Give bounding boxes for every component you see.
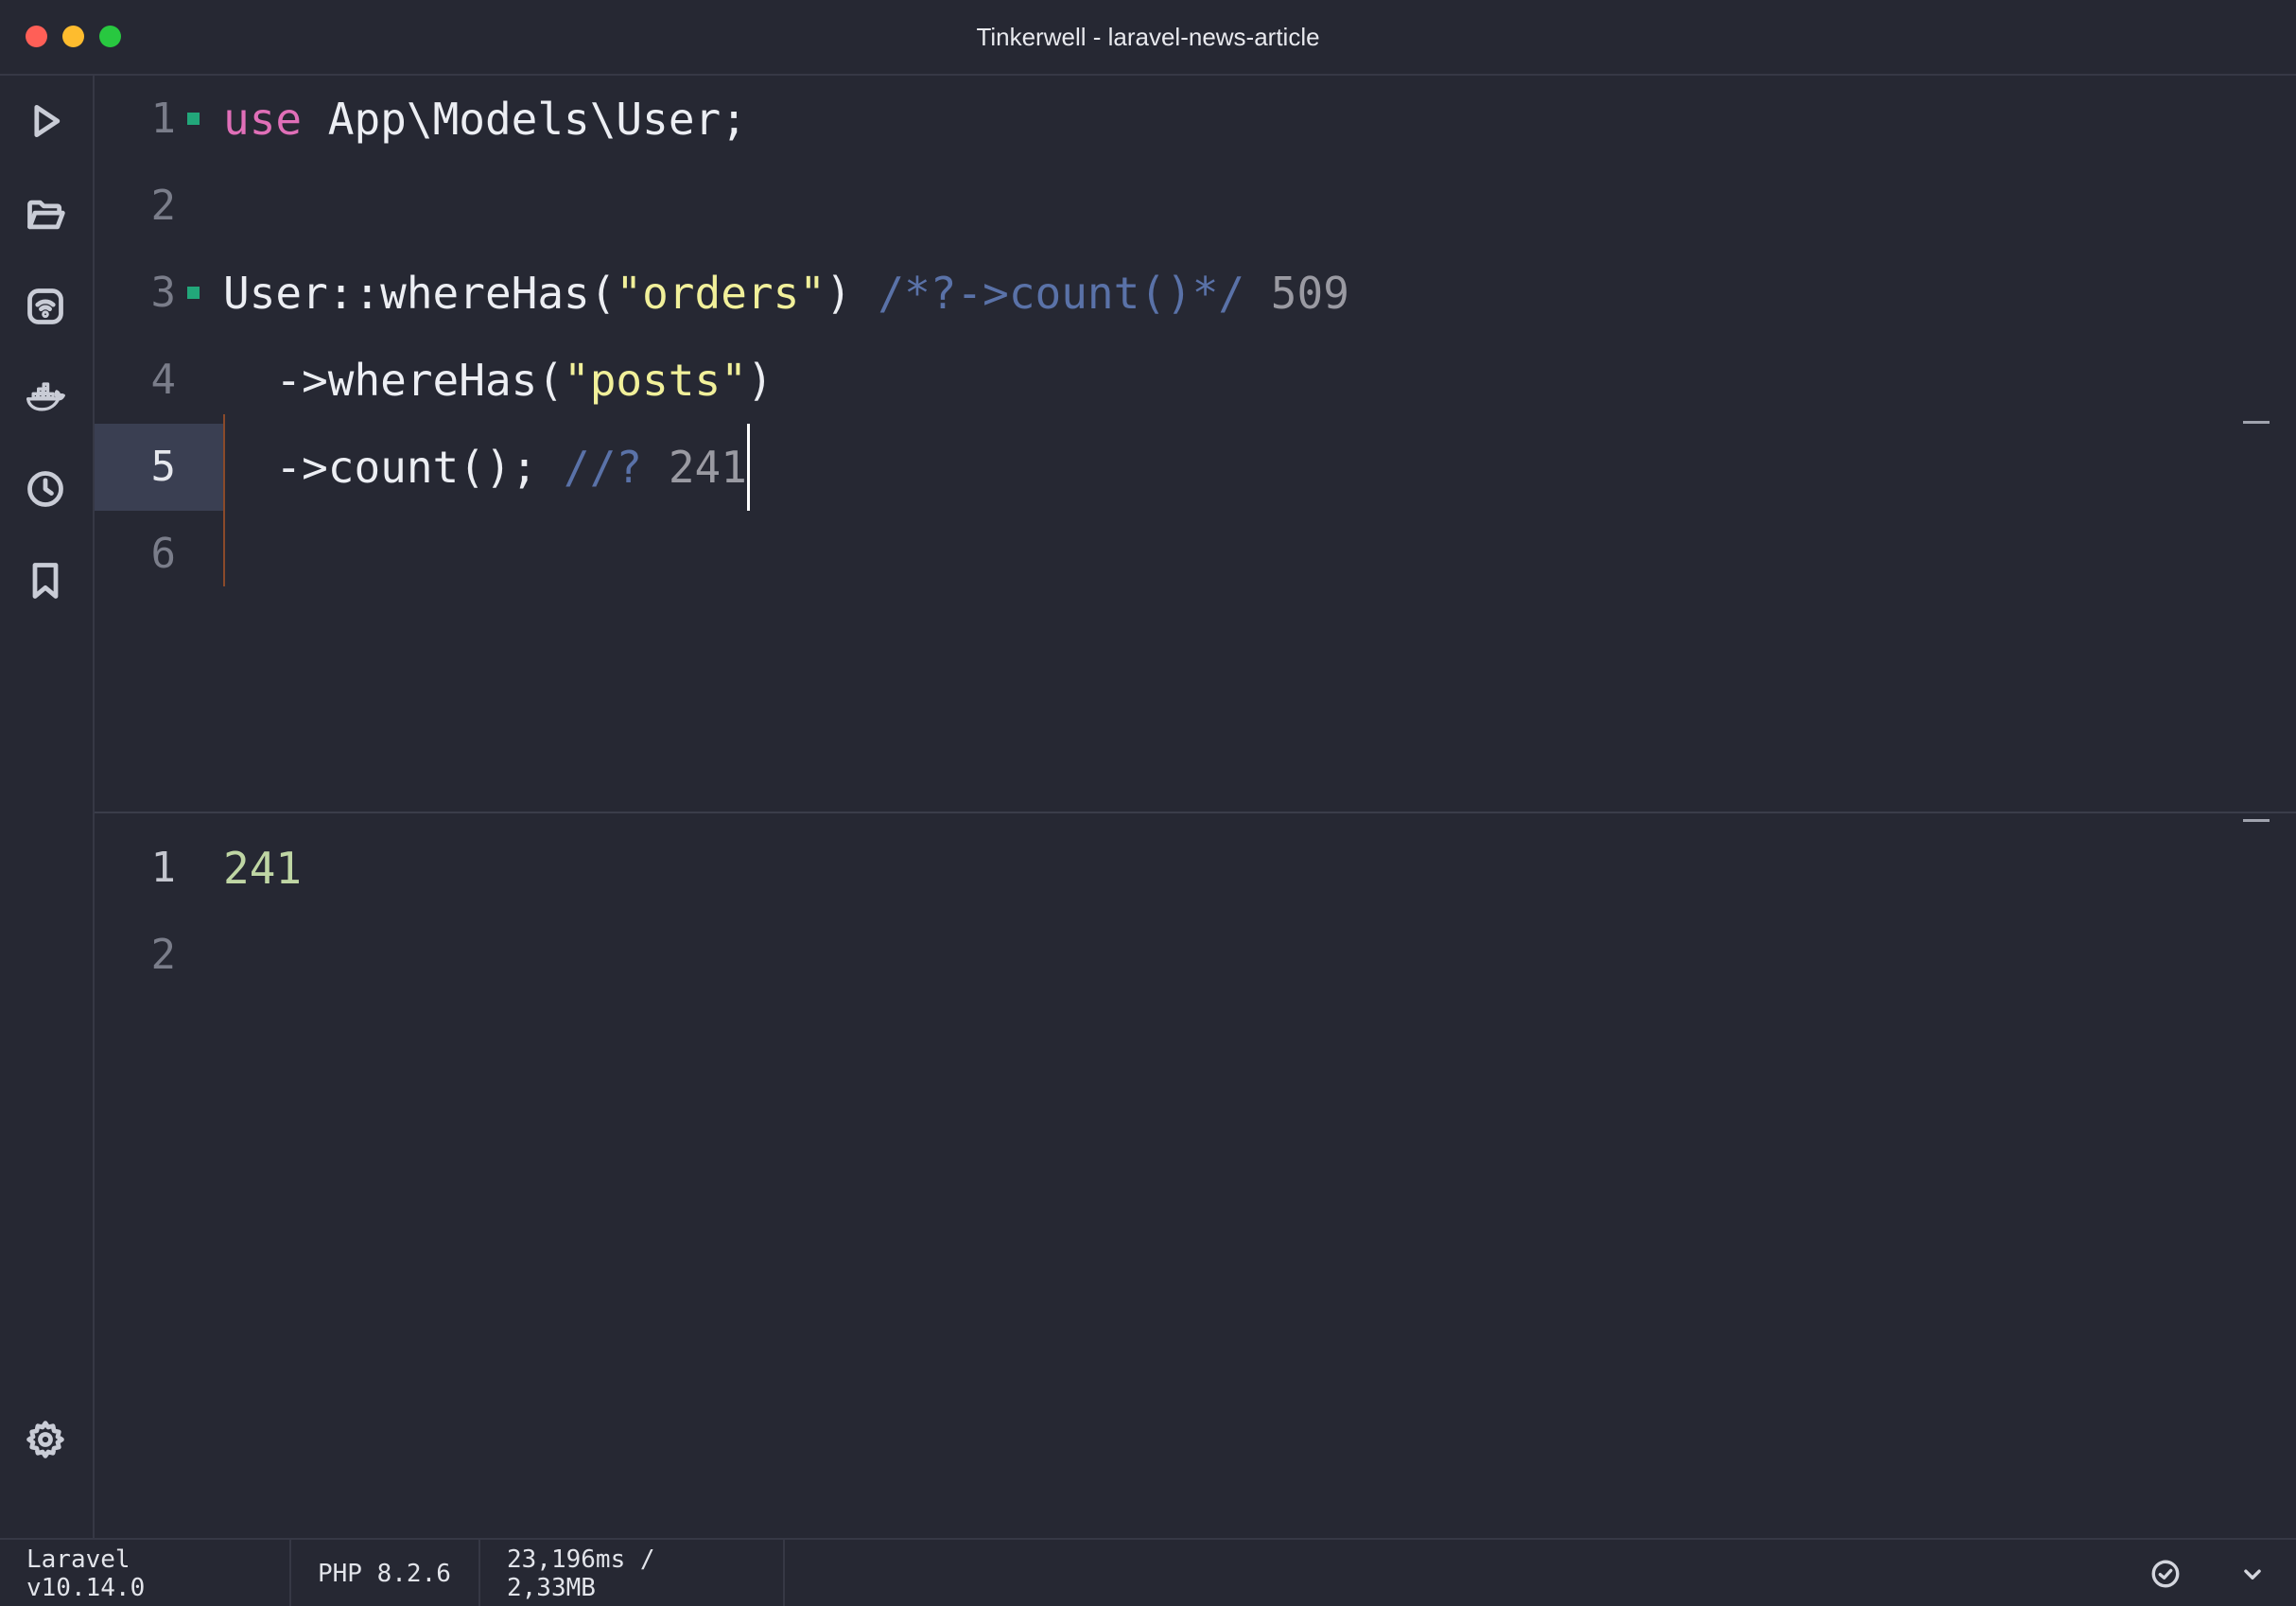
open-project-button[interactable] — [19, 188, 72, 241]
string-token: "posts" — [564, 355, 747, 406]
line-number: 1 — [150, 95, 177, 143]
code-token: User::whereHas( — [223, 268, 617, 319]
snippets-button[interactable] — [19, 554, 72, 607]
sidebar — [0, 76, 95, 1538]
line-number: 6 — [150, 530, 177, 578]
code-editor[interactable]: 1 use App\Models\User; 2 3 User::whereHa… — [95, 76, 2270, 812]
line-number: 2 — [150, 931, 177, 979]
history-clock-icon — [27, 471, 63, 507]
text-cursor — [746, 424, 750, 511]
bookmark-icon — [32, 563, 59, 599]
code-token: ) — [746, 355, 774, 406]
docker-button[interactable] — [19, 371, 72, 424]
line-number: 1 — [150, 844, 177, 892]
keyword-token: use — [223, 94, 303, 145]
string-token: "orders" — [616, 268, 826, 319]
line-number: 3 — [150, 269, 177, 317]
output-panel[interactable]: 1 241 2 — [95, 813, 2270, 1538]
comment-token: //? — [564, 442, 643, 493]
code-text: User::whereHas("orders") /*?->count()*/ … — [223, 250, 1349, 337]
code-token: ->count(); — [223, 442, 565, 493]
code-line: 1 use App\Models\User; — [95, 76, 2270, 163]
gear-icon — [26, 1421, 64, 1458]
scrollbar-marker[interactable] — [2243, 421, 2270, 424]
run-code-button[interactable] — [19, 95, 72, 148]
comment-token: /*?->count()*/ — [878, 268, 1245, 319]
output-value: 241 — [223, 843, 303, 894]
php-version[interactable]: PHP 8.2.6 — [291, 1540, 480, 1606]
code-line: 6 — [95, 511, 2270, 598]
line-number: 2 — [150, 182, 177, 230]
settings-button[interactable] — [19, 1413, 72, 1466]
evaluated-line-marker — [187, 287, 200, 299]
remote-connection-icon — [27, 288, 63, 324]
code-token: ) — [825, 268, 878, 319]
remote-connection-button[interactable] — [19, 280, 72, 333]
framework-version[interactable]: Laravel v10.14.0 — [0, 1540, 291, 1606]
inline-result: 241 — [642, 442, 747, 493]
code-line: 4 ->whereHas("posts") — [95, 337, 2270, 424]
chevron-down-icon — [2244, 1569, 2261, 1580]
code-line-active: 5 ->count(); //? 241 — [95, 424, 2270, 511]
code-token: App\Models\User; — [302, 94, 747, 145]
check-circle-icon — [2151, 1560, 2180, 1588]
line-number: 4 — [150, 356, 177, 404]
status-ok-button[interactable] — [2148, 1557, 2183, 1591]
output-line: 1 241 — [95, 825, 2270, 912]
titlebar: Tinkerwell - laravel-news-article — [0, 0, 2296, 76]
folder-open-icon — [27, 200, 65, 230]
expand-panel-button[interactable] — [2235, 1557, 2270, 1591]
play-icon — [34, 104, 61, 138]
output-line: 2 — [95, 912, 2270, 999]
code-text: use App\Models\User; — [223, 76, 747, 163]
evaluated-line-marker — [187, 113, 200, 125]
code-text: ->whereHas("posts") — [223, 337, 774, 424]
code-line: 3 User::whereHas("orders") /*?->count()*… — [95, 250, 2270, 337]
code-text: ->count(); //? 241 — [223, 424, 750, 511]
history-button[interactable] — [19, 463, 72, 515]
app-window: Tinkerwell - laravel-news-article 1 use … — [0, 0, 2296, 1606]
inline-result: 509 — [1244, 268, 1349, 319]
code-token: ->whereHas( — [223, 355, 565, 406]
code-line: 2 — [95, 163, 2270, 250]
scrollbar-marker[interactable] — [2243, 819, 2270, 822]
docker-icon — [26, 382, 65, 411]
window-title: Tinkerwell - laravel-news-article — [976, 23, 1320, 51]
line-number: 5 — [150, 443, 177, 491]
execution-metrics: 23,196ms / 2,33MB — [480, 1540, 785, 1606]
status-bar: Laravel v10.14.0 PHP 8.2.6 23,196ms / 2,… — [0, 1538, 2296, 1606]
